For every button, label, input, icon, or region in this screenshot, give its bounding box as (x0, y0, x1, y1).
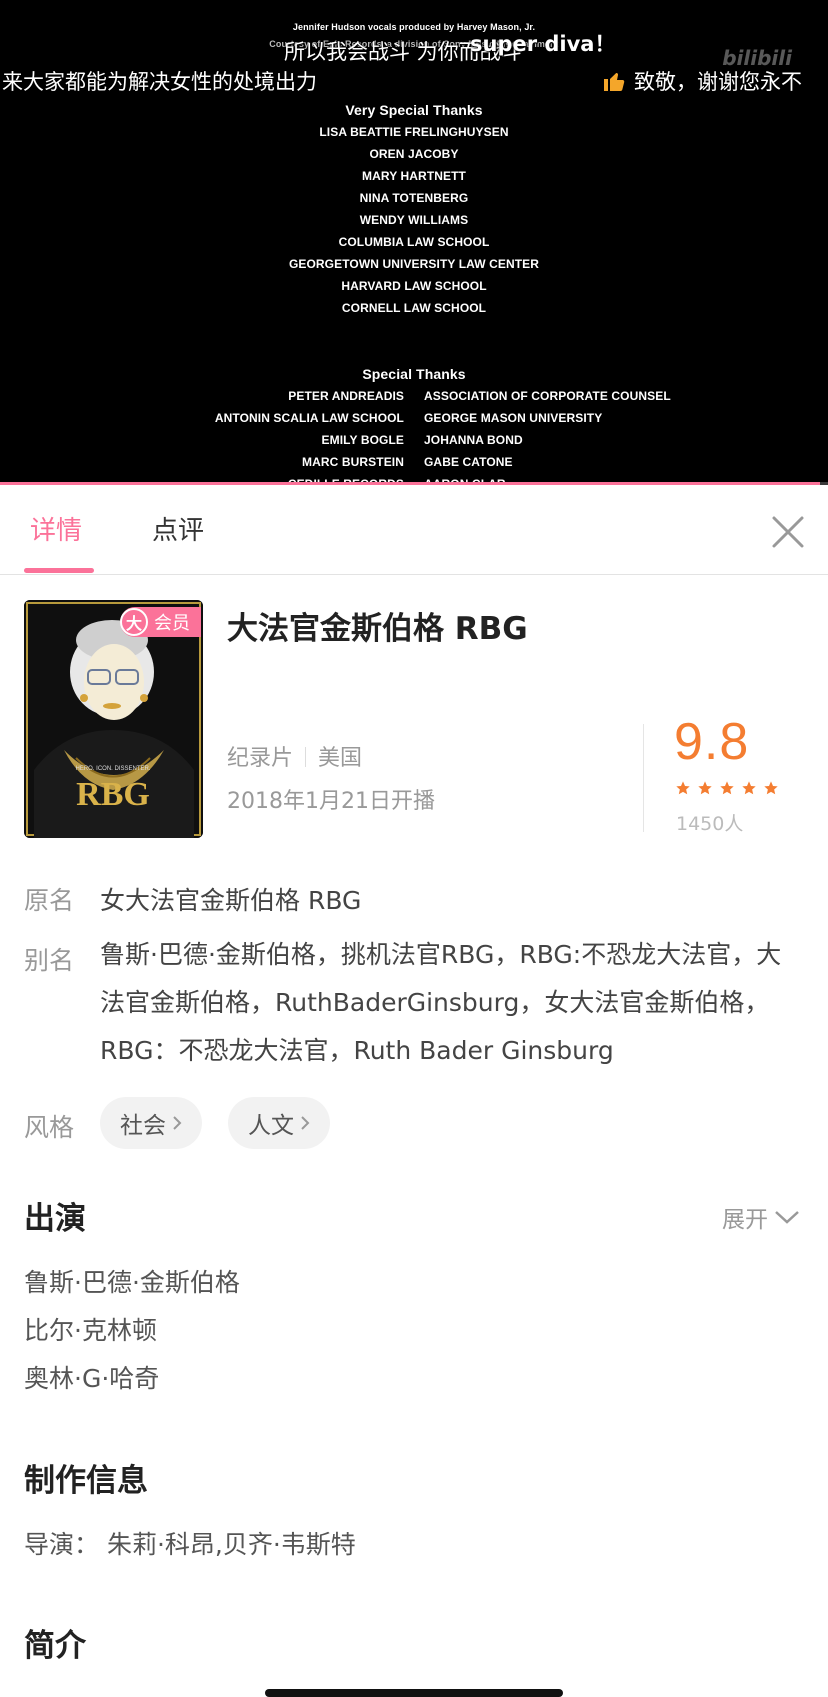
tag-humanities[interactable]: 人文 (228, 1097, 330, 1149)
meta-divider (305, 747, 307, 767)
danmaku-comment: super diva！ (470, 32, 616, 56)
credit-small-line: Jennifer Hudson vocals produced by Harve… (292, 22, 536, 32)
intro-section-title: 简介 (24, 1628, 86, 1664)
credit-heading: Special Thanks (362, 366, 466, 382)
original-name-value: 女大法官金斯伯格 RBG (100, 886, 362, 915)
score-divider (643, 724, 644, 832)
close-icon[interactable] (770, 514, 806, 550)
vip-badge: 大 会员 (120, 607, 201, 637)
poster-image[interactable]: HERO. ICON. DISSENTER. RBG 大 会员 (24, 600, 203, 838)
star-icon (764, 781, 778, 795)
credit-name: CORNELL LAW SCHOOL (341, 301, 487, 315)
cast-member[interactable]: 比尔·克林顿 (24, 1311, 157, 1347)
credit-name: PETER ANDREADIS (288, 389, 404, 403)
show-meta: 纪录片 美国 (227, 740, 362, 772)
credit-heading: Very Special Thanks (345, 102, 483, 118)
original-name-label: 原名 (24, 886, 75, 915)
credit-name: GEORGE MASON UNIVERSITY (424, 411, 603, 425)
credit-name: ANTONIN SCALIA LAW SCHOOL (214, 411, 404, 425)
poster-logo: RBG (76, 776, 150, 813)
rating-score: 9.8 (674, 713, 750, 771)
video-progress-fill (0, 482, 820, 485)
credit-name: GEORGETOWN UNIVERSITY LAW CENTER (288, 257, 540, 271)
alias-label: 别名 (24, 946, 75, 975)
star-icon (720, 781, 734, 795)
tag-label: 人文 (248, 1113, 294, 1139)
detail-tabs: 详情 点评 (0, 486, 828, 575)
vip-label: 会员 (154, 613, 190, 634)
star-icon (698, 781, 712, 795)
danmaku-comment-text: 致敬，谢谢您永不 (634, 70, 802, 94)
chevron-down-icon (775, 1211, 799, 1224)
tab-detail[interactable]: 详情 (30, 510, 82, 547)
cast-member[interactable]: 奥林·G·哈奇 (24, 1359, 159, 1395)
credit-name: GABE CATONE (424, 455, 513, 469)
credit-name: EMILY BOGLE (321, 433, 404, 447)
credit-name: HARVARD LAW SCHOOL (341, 279, 487, 293)
credit-name: ASSOCIATION OF CORPORATE COUNSEL (424, 389, 671, 403)
director-info: 导演： 朱莉·科昂,贝齐·韦斯特 (24, 1530, 356, 1559)
expand-label: 展开 (722, 1207, 768, 1233)
credit-name: MARY HARTNETT (362, 169, 466, 183)
credit-name: COLUMBIA LAW SCHOOL (338, 235, 490, 249)
credit-name: WENDY WILLIAMS (359, 213, 469, 227)
credit-name: MARC BURSTEIN (302, 455, 404, 469)
credit-name: NINA TOTENBERG (359, 191, 469, 205)
chevron-right-icon (301, 1116, 310, 1130)
show-title: 大法官金斯伯格 RBG (227, 611, 528, 647)
show-genre: 纪录片 (227, 746, 294, 771)
rating-stars (675, 780, 779, 796)
rating-count: 1450人 (676, 813, 744, 835)
credit-name: OREN JACOBY (369, 147, 459, 161)
thumbs-up-icon (604, 73, 625, 91)
danmaku-comment-liked: 致敬，谢谢您永不 (602, 66, 802, 96)
home-indicator (265, 1689, 563, 1697)
video-player[interactable]: Jennifer Hudson vocals produced by Harve… (0, 0, 828, 485)
credit-name: LISA BEATTIE FRELINGHUYSEN (319, 125, 509, 139)
tag-label: 社会 (120, 1113, 166, 1139)
poster-tagline: HERO. ICON. DISSENTER. (75, 766, 150, 772)
production-section-title: 制作信息 (24, 1463, 148, 1499)
chevron-right-icon (173, 1116, 182, 1130)
cast-section-title: 出演 (24, 1201, 86, 1237)
active-tab-indicator (24, 568, 94, 573)
danmaku-comment: 来大家都能为解决女性的处境出力 (2, 70, 317, 94)
star-icon (742, 781, 756, 795)
show-region: 美国 (318, 746, 363, 771)
expand-cast-button[interactable]: 展开 (722, 1200, 800, 1234)
style-label: 风格 (24, 1113, 75, 1142)
cast-member[interactable]: 鲁斯·巴德·金斯伯格 (24, 1263, 240, 1299)
vip-icon: 大 (120, 608, 148, 636)
tag-social[interactable]: 社会 (100, 1097, 202, 1149)
alias-value: 鲁斯·巴德·金斯伯格，挑机法官RBG，RBG:不恐龙大法官，大法官金斯伯格，Ru… (100, 940, 782, 1065)
credit-name: JOHANNA BOND (424, 433, 523, 447)
video-progress-bar[interactable] (0, 482, 828, 485)
star-icon (676, 781, 690, 795)
show-release-date: 2018年1月21日开播 (227, 789, 435, 814)
tab-review[interactable]: 点评 (152, 510, 204, 547)
